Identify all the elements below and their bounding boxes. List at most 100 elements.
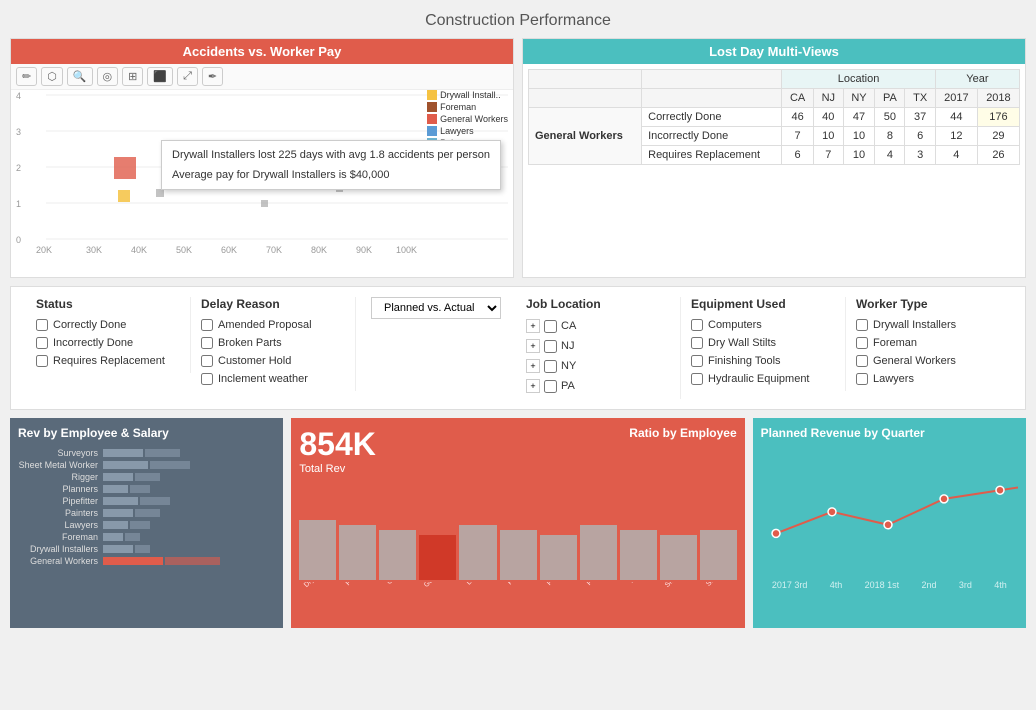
ratio-bars-area [299,485,736,580]
ratio-title: Ratio by Employee [629,426,736,440]
job-location-filter: Job Location + CA + NJ + NY + PA [516,297,681,399]
filter-requires-replacement[interactable]: Requires Replacement [36,355,180,367]
requires-replacement-checkbox[interactable] [36,355,48,367]
filter-correctly-done[interactable]: Correctly Done [36,319,180,331]
hydraulic-checkbox[interactable] [691,373,703,385]
accidents-chart: Accidents vs. Worker Pay ✏ ⬡ 🔍 ◎ ⊞ ⬛ ⤢ ✒ [10,38,514,278]
delay-reason-filter: Delay Reason Amended Proposal Broken Par… [191,297,356,391]
svg-text:80K: 80K [311,245,327,255]
general-workers-checkbox[interactable] [856,355,868,367]
filter-dry-wall-stilts[interactable]: Dry Wall Stilts [691,337,835,349]
salary-row: Rigger [18,472,275,482]
ca-checkbox[interactable] [544,320,557,333]
filter-broken-parts[interactable]: Broken Parts [201,337,345,349]
ratio-bar[interactable] [540,535,577,580]
filter-customer-hold[interactable]: Customer Hold [201,355,345,367]
planned-actual-dropdown[interactable]: Planned vs. Actual Planned Actual [371,297,501,319]
chart-toolbar: ✏ ⬡ 🔍 ◎ ⊞ ⬛ ⤢ ✒ [11,64,513,90]
ny-expand[interactable]: + [526,359,540,373]
amended-proposal-checkbox[interactable] [201,319,213,331]
correctly-done-checkbox[interactable] [36,319,48,331]
filter-incorrectly-done[interactable]: Incorrectly Done [36,337,180,349]
rev-salary-chart: Rev by Employee & Salary SurveyorsSheet … [10,418,283,628]
filter-lawyers[interactable]: Lawyers [856,373,1000,385]
filter-computers[interactable]: Computers [691,319,835,331]
pa-expand[interactable]: + [526,379,540,393]
computers-label: Computers [708,319,762,331]
lost-day-table: Location Year CA NJ NY PA TX 2017 [528,69,1020,165]
lawyers-checkbox[interactable] [856,373,868,385]
ratio-labels-area: Drywall InstallersForemanGeneralGeneral … [299,582,736,591]
filter-row: Status Correctly Done Incorrectly Done R… [10,286,1026,410]
location-nj[interactable]: + NJ [526,339,670,353]
ratio-bar[interactable] [339,525,376,580]
salary-bars-area: SurveyorsSheet Metal WorkerRiggerPlanner… [18,448,275,566]
ratio-bar[interactable] [379,530,416,580]
rev-salary-title: Rev by Employee & Salary [18,426,275,440]
filter-inclement-weather[interactable]: Inclement weather [201,373,345,385]
accidents-chart-title: Accidents vs. Worker Pay [11,39,513,64]
total-rev-label: Total Rev [299,463,376,475]
drywall-installers-checkbox[interactable] [856,319,868,331]
ny-checkbox[interactable] [544,360,557,373]
ratio-bar[interactable] [459,525,496,580]
paint-tool[interactable]: ⬛ [147,67,173,86]
salary-row: General Workers [18,556,275,566]
filter-drywall-installers[interactable]: Drywall Installers [856,319,1000,331]
svg-text:40K: 40K [131,245,147,255]
grid-tool[interactable]: ⊞ [122,67,143,86]
incorrectly-done-checkbox[interactable] [36,337,48,349]
svg-text:20K: 20K [36,245,52,255]
svg-text:1: 1 [16,199,21,209]
ca-expand[interactable]: + [526,319,540,333]
lasso-tool[interactable]: ⬡ [41,67,63,86]
filter-finishing-tools[interactable]: Finishing Tools [691,355,835,367]
location-pa[interactable]: + PA [526,379,670,393]
ratio-bar[interactable] [299,520,336,580]
svg-text:2: 2 [16,163,21,173]
svg-text:100K: 100K [396,245,417,255]
inclement-weather-checkbox[interactable] [201,373,213,385]
page-title: Construction Performance [0,0,1036,38]
broken-parts-checkbox[interactable] [201,337,213,349]
ratio-bar[interactable] [419,535,456,580]
svg-text:90K: 90K [356,245,372,255]
dry-wall-stilts-checkbox[interactable] [691,337,703,349]
salary-row: Pipefitter [18,496,275,506]
worker-type-filter: Worker Type Drywall Installers Foreman G… [846,297,1010,391]
ratio-bar[interactable] [580,525,617,580]
filter-general-workers[interactable]: General Workers [856,355,1000,367]
foreman-checkbox[interactable] [856,337,868,349]
filter-hydraulic[interactable]: Hydraulic Equipment [691,373,835,385]
hide-tool[interactable]: ◎ [97,67,119,86]
zoom-tool[interactable]: 🔍 [67,67,93,86]
pencil-tool[interactable]: ✏ [16,67,37,86]
ratio-bar[interactable] [620,530,657,580]
filter-foreman[interactable]: Foreman [856,337,1000,349]
nj-expand[interactable]: + [526,339,540,353]
pa-checkbox[interactable] [544,380,557,393]
ratio-bar[interactable] [660,535,697,580]
filter-amended-proposal[interactable]: Amended Proposal [201,319,345,331]
location-ny[interactable]: + NY [526,359,670,373]
chart-tooltip: Drywall Installers lost 225 days with av… [161,140,501,190]
nj-checkbox[interactable] [544,340,557,353]
planned-rev-title: Planned Revenue by Quarter [761,426,1018,440]
computers-checkbox[interactable] [691,319,703,331]
finishing-tools-checkbox[interactable] [691,355,703,367]
ratio-bar[interactable] [500,530,537,580]
ratio-chart: 854K Total Rev Ratio by Employee Drywall… [291,418,744,628]
lost-day-chart: Lost Day Multi-Views Location Year [522,38,1026,278]
pen-tool[interactable]: ✒ [202,67,223,86]
salary-row: Lawyers [18,520,275,530]
ratio-bar[interactable] [700,530,737,580]
lost-day-title: Lost Day Multi-Views [523,39,1025,64]
fullscreen-tool[interactable]: ⤢ [177,67,198,86]
location-header: Location [782,70,936,89]
salary-row: Surveyors [18,448,275,458]
svg-text:60K: 60K [221,245,237,255]
location-ca[interactable]: + CA [526,319,670,333]
salary-row: Painters [18,508,275,518]
customer-hold-checkbox[interactable] [201,355,213,367]
planned-rev-chart: Planned Revenue by Quarter 2017 3rd4th20… [753,418,1026,628]
